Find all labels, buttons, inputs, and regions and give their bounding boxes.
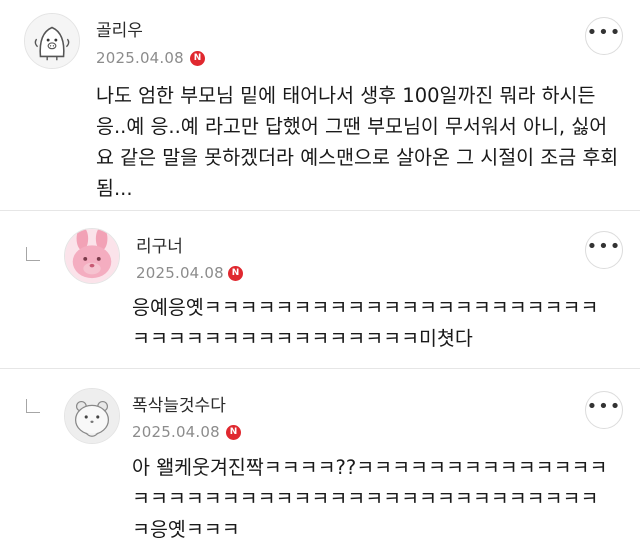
- reply-comment-item: 폭삭늘것수다 2025.04.08 N ••• 아 왤케웃겨진짝ㅋㅋㅋㅋ??ㅋㅋ…: [0, 369, 640, 551]
- comment-author[interactable]: 리구너: [136, 232, 183, 257]
- seal-character-icon: [25, 14, 79, 68]
- avatar[interactable]: [24, 13, 80, 69]
- comment-item: 골리우 2025.04.08 N ••• 나도 엄한 부모님 밑에 태어나서 생…: [0, 0, 640, 210]
- more-options-button[interactable]: •••: [585, 391, 623, 429]
- comment-date: 2025.04.08: [96, 49, 184, 67]
- reply-comment-item: 리구너 2025.04.08 N ••• 응예응옛ㅋㅋㅋㅋㅋㅋㅋㅋㅋㅋㅋㅋㅋㅋㅋ…: [0, 211, 640, 368]
- comment-date: 2025.04.08: [132, 423, 220, 441]
- avatar[interactable]: [64, 388, 120, 444]
- comment-date: 2025.04.08: [136, 264, 224, 282]
- pink-bunny-icon: [65, 229, 119, 283]
- comment-text: 나도 엄한 부모님 밑에 태어나서 생후 100일까진 뭐라 하시든 응..예 …: [96, 84, 619, 200]
- reply-arrow-icon: [26, 247, 40, 261]
- comment-text: 아 왤케웃겨진짝ㅋㅋㅋㅋ??ㅋㅋㅋㅋㅋㅋㅋㅋㅋㅋㅋㅋㅋㅋㅋㅋㅋㅋㅋㅋㅋㅋㅋㅋㅋㅋ…: [132, 456, 608, 541]
- avatar[interactable]: [64, 228, 120, 284]
- comment-author[interactable]: 골리우: [96, 16, 143, 41]
- new-badge: N: [226, 425, 241, 440]
- new-badge: N: [190, 51, 205, 66]
- comment-author[interactable]: 폭삭늘것수다: [132, 391, 226, 416]
- new-badge: N: [228, 266, 243, 281]
- hamster-character-icon: [65, 389, 119, 443]
- more-options-button[interactable]: •••: [585, 231, 623, 269]
- reply-arrow-icon: [26, 399, 40, 413]
- more-options-button[interactable]: •••: [585, 17, 623, 55]
- comment-text: 응예응옛ㅋㅋㅋㅋㅋㅋㅋㅋㅋㅋㅋㅋㅋㅋㅋㅋㅋㅋㅋㅋㅋㅋㅋㅋㅋㅋㅋㅋㅋㅋㅋㅋㅋㅋㅋㅋ…: [132, 296, 599, 350]
